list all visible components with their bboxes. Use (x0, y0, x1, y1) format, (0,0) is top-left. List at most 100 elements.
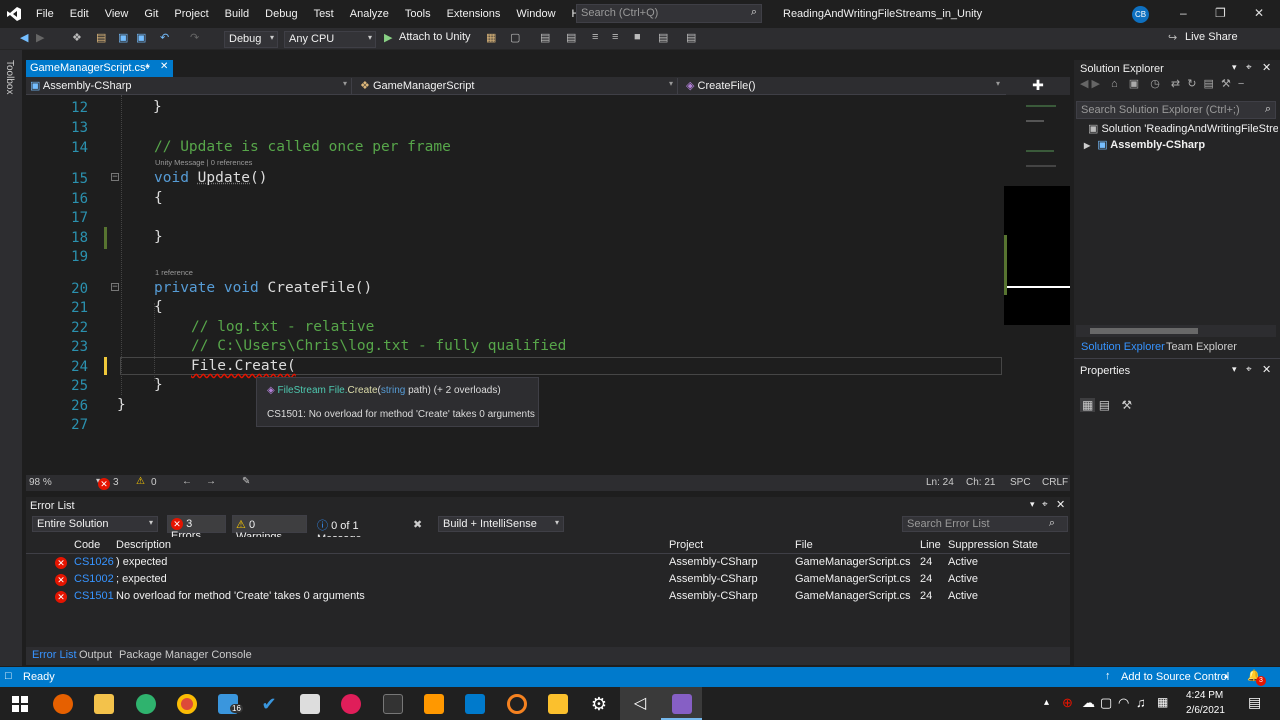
document-tab[interactable]: GameManagerScript.cs* ⌖ ✕ (26, 60, 173, 77)
edge-icon[interactable] (136, 694, 156, 714)
menu-test[interactable]: Test (306, 8, 342, 20)
menu-build[interactable]: Build (217, 8, 257, 20)
cloud-icon[interactable]: ☁ (1082, 695, 1095, 711)
terminal-icon[interactable] (383, 694, 403, 714)
history-icon[interactable]: ◷ (1150, 78, 1160, 90)
vscode-icon[interactable] (465, 694, 485, 714)
visual-studio-icon[interactable] (672, 694, 692, 714)
redo-icon[interactable]: ↷ (190, 31, 199, 44)
column-header-code[interactable]: Code (74, 539, 100, 551)
column-header-file[interactable]: File (795, 539, 813, 551)
search-input[interactable]: Search (Ctrl+Q) ⌕ (576, 4, 762, 23)
scrollbar-thumb[interactable] (1090, 328, 1198, 334)
column-header-line[interactable]: Line (920, 539, 941, 551)
menu-debug[interactable]: Debug (257, 8, 305, 20)
close-icon[interactable]: ✕ (1262, 363, 1271, 376)
live-share-icon[interactable]: ↪ (1168, 31, 1177, 44)
toolbar-tool-icon[interactable]: ▤ (658, 31, 668, 44)
scope-dropdown[interactable]: Entire Solution ▾ (32, 516, 158, 532)
security-icon[interactable]: ⊕ (1062, 695, 1073, 711)
wrench-icon[interactable]: ⚒ (1121, 398, 1132, 412)
maximize-icon[interactable]: ❐ (1215, 6, 1226, 20)
codelens-hint[interactable]: Unity Message | 0 references (155, 158, 252, 167)
toolbar-tool-icon[interactable]: ▤ (540, 31, 550, 44)
clock-date[interactable]: 2/6/2021 (1186, 705, 1225, 716)
attach-to-unity-button[interactable]: Attach to Unity (399, 31, 471, 43)
arrow-left-icon[interactable]: ← (182, 476, 192, 487)
table-row[interactable]: ✕ CS1002 ; expected Assembly-CSharp Game… (26, 571, 1070, 588)
toolbox-tab[interactable]: Toolbox (4, 60, 15, 94)
build-filter-dropdown[interactable]: Build + IntelliSense ▾ (438, 516, 564, 532)
forward-icon[interactable]: ▶ (36, 31, 44, 44)
sublime-icon[interactable] (424, 694, 444, 714)
save-icon[interactable]: ▣ (118, 31, 128, 44)
column-header-description[interactable]: Description (116, 539, 171, 551)
tab-solution-explorer[interactable]: Solution Explorer (1081, 341, 1165, 353)
menu-view[interactable]: View (97, 8, 137, 20)
config-dropdown[interactable]: Debug ▾ (224, 31, 278, 48)
menu-project[interactable]: Project (166, 8, 216, 20)
menu-tools[interactable]: Tools (397, 8, 439, 20)
menu-file[interactable]: File (28, 8, 62, 20)
close-tab-icon[interactable]: ✕ (160, 61, 168, 72)
split-editor-icon[interactable]: ✚ (1006, 77, 1070, 95)
error-count[interactable]: 3 (113, 477, 119, 488)
toolbar-tool-icon[interactable]: ▤ (566, 31, 576, 44)
minimize-icon[interactable]: – (1180, 6, 1187, 20)
collapse-icon[interactable]: − (111, 173, 119, 182)
settings-gear-icon[interactable]: ⚙ (589, 694, 609, 714)
ubuntu-icon[interactable] (507, 694, 527, 714)
tab-team-explorer[interactable]: Team Explorer (1166, 341, 1237, 353)
undo-icon[interactable]: ↶ (160, 31, 169, 44)
live-share-button[interactable]: Live Share (1185, 31, 1238, 43)
file-explorer-icon[interactable] (94, 694, 114, 714)
menu-extensions[interactable]: Extensions (439, 8, 509, 20)
errors-filter-button[interactable]: ✕ 3 Errors (167, 515, 226, 542)
close-icon[interactable]: ✕ (1254, 6, 1264, 20)
toolbar-tool-icon[interactable]: ▣ (1129, 78, 1139, 90)
toolbar-tool-icon[interactable]: ▢ (510, 31, 520, 44)
menu-edit[interactable]: Edit (62, 8, 97, 20)
back-icon[interactable]: ◀ (20, 31, 28, 44)
play-icon[interactable]: ▶ (384, 31, 392, 44)
column-header-suppression[interactable]: Suppression State (948, 539, 1038, 551)
action-center-icon[interactable]: ▤ (1248, 694, 1261, 711)
sync-icon[interactable]: ⇄ (1171, 78, 1180, 90)
minus-icon[interactable]: − (1238, 78, 1244, 90)
chevron-down-icon[interactable]: ▾ (1030, 499, 1035, 510)
pin-icon[interactable]: ⌖ (145, 62, 150, 73)
close-icon[interactable]: ✕ (1056, 498, 1065, 511)
chevron-up-icon[interactable]: ▴ (1224, 671, 1228, 680)
platform-dropdown[interactable]: Any CPU ▾ (284, 31, 376, 48)
notes-icon[interactable] (548, 694, 568, 714)
zoom-level[interactable]: 98 % (29, 477, 52, 488)
chevron-down-icon[interactable]: ▾ (1232, 364, 1237, 375)
close-icon[interactable]: ✕ (1262, 61, 1271, 74)
class-dropdown[interactable]: ❖ GameManagerScript ▾ (356, 78, 678, 94)
toolbar-tool-icon[interactable]: ▦ (486, 31, 496, 44)
open-folder-icon[interactable]: ▤ (96, 31, 106, 44)
avatar[interactable]: CB (1132, 6, 1149, 23)
solution-search-input[interactable]: Search Solution Explorer (Ctrl+;) ⌕ (1076, 101, 1276, 119)
horizontal-scrollbar[interactable] (1076, 325, 1276, 337)
error-search-input[interactable]: Search Error List ⌕ (902, 516, 1068, 532)
toolbar-tool-icon[interactable]: ▤ (1203, 78, 1213, 90)
language-icon[interactable]: ▦ (1157, 695, 1168, 709)
pin-icon[interactable]: ⌖ (1042, 499, 1048, 510)
firefox-icon[interactable] (53, 694, 73, 714)
scrollbar-minimap[interactable] (1004, 95, 1070, 475)
categorized-icon[interactable]: ▦ (1080, 398, 1096, 412)
clock-time[interactable]: 4:24 PM (1186, 690, 1223, 701)
alphabetical-icon[interactable]: ▤ (1099, 398, 1110, 412)
pin-icon[interactable]: ⌖ (1246, 62, 1252, 73)
toolbar-tool-icon[interactable]: ▤ (686, 31, 696, 44)
menu-analyze[interactable]: Analyze (342, 8, 397, 20)
tab-error-list[interactable]: Error List (32, 649, 77, 661)
brush-icon[interactable]: ✎ (242, 476, 250, 487)
tab-output[interactable]: Output (79, 649, 112, 661)
column-header-project[interactable]: Project (669, 539, 703, 551)
minimap-viewport[interactable] (1004, 186, 1070, 325)
table-row[interactable]: ✕ CS1026 ) expected Assembly-CSharp Game… (26, 554, 1070, 571)
menu-git[interactable]: Git (136, 8, 166, 20)
project-dropdown[interactable]: ▣ Assembly-CSharp ▾ (26, 78, 352, 94)
